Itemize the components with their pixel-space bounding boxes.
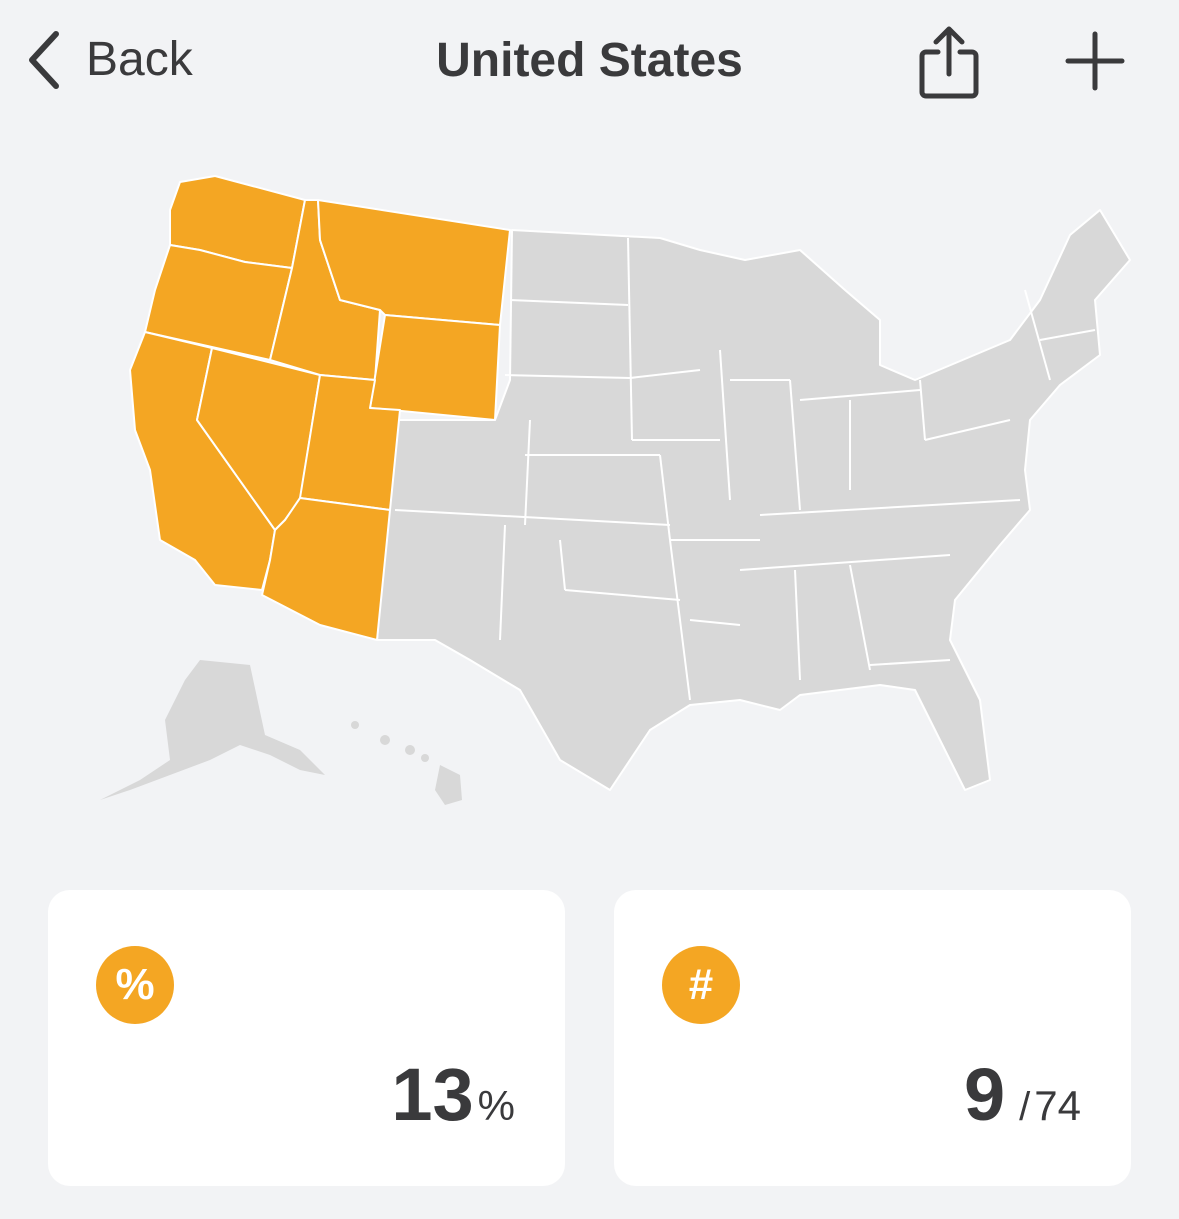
state-alaska[interactable] <box>100 660 325 800</box>
plus-icon <box>1065 31 1125 91</box>
percent-unit: % <box>477 1082 515 1129</box>
percent-value-group: 13 % <box>391 1052 515 1137</box>
us-map[interactable] <box>40 160 1140 820</box>
count-value: 9 <box>964 1053 1006 1136</box>
back-button[interactable]: Back <box>24 28 193 92</box>
count-value-group: 9 / 74 <box>964 1052 1081 1137</box>
state-hawaii[interactable] <box>351 721 462 805</box>
percent-card: % 13 % <box>48 890 565 1186</box>
hash-icon: # <box>662 946 740 1024</box>
percent-value: 13 <box>391 1053 474 1136</box>
navigation-bar: Back United States <box>0 0 1179 120</box>
count-card: # 9 / 74 <box>614 890 1131 1186</box>
percent-icon: % <box>96 946 174 1024</box>
back-label: Back <box>86 33 193 86</box>
count-separator: / <box>1019 1085 1031 1129</box>
share-icon <box>919 26 979 99</box>
chevron-left-icon <box>29 31 59 89</box>
add-button[interactable] <box>1064 30 1126 97</box>
share-button[interactable] <box>914 24 984 105</box>
count-total: 74 <box>1034 1082 1081 1129</box>
state-wyoming[interactable] <box>369 314 501 421</box>
